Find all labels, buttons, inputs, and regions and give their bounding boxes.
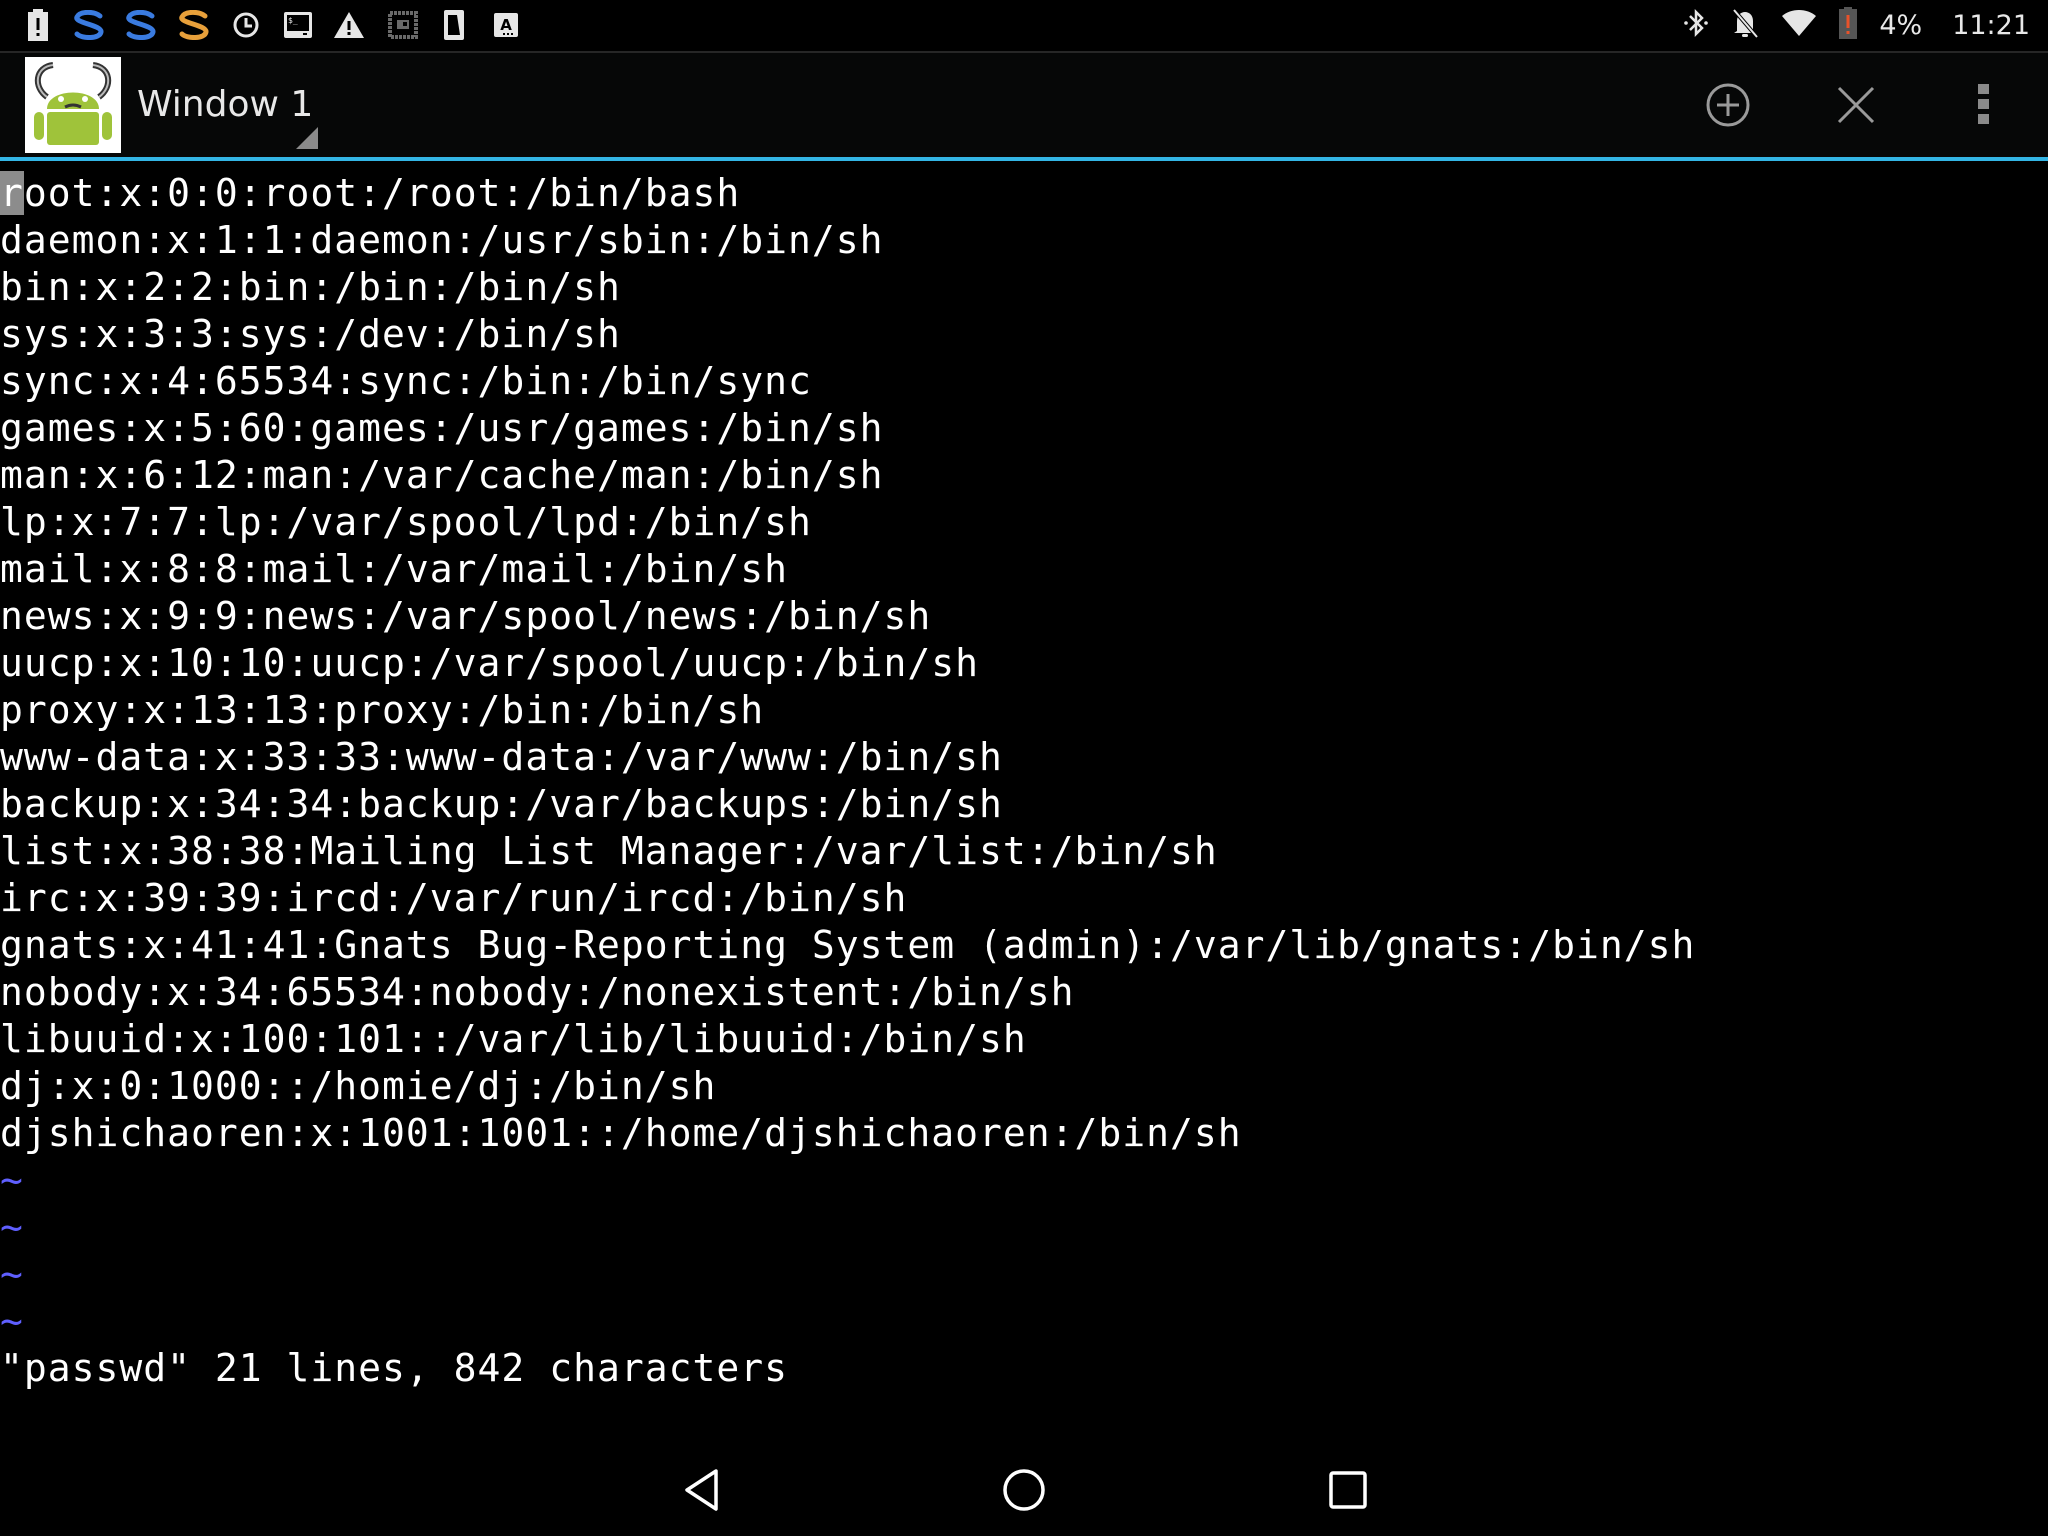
picture-frame-icon bbox=[388, 8, 418, 42]
empty-line-tilde: ~ bbox=[0, 1299, 24, 1343]
s-app-icon-blue-1 bbox=[72, 8, 106, 42]
warning-icon bbox=[333, 8, 365, 42]
terminal-icon: $_ bbox=[283, 8, 313, 42]
terminal-line: man:x:6:12:man:/var/cache/man:/bin/sh bbox=[0, 453, 884, 497]
terminal-line: lp:x:7:7:lp:/var/spool/lpd:/bin/sh bbox=[0, 500, 812, 544]
terminal-line-text: oot:x:0:0:root:/root:/bin/bash bbox=[23, 171, 741, 215]
window-dropdown-icon[interactable] bbox=[296, 127, 318, 149]
terminal-line: daemon:x:1:1:daemon:/usr/sbin:/bin/sh bbox=[0, 218, 884, 262]
app-logo-icon[interactable] bbox=[25, 57, 121, 153]
terminal-line: libuuid:x:100:101::/var/lib/libuuid:/bin… bbox=[0, 1017, 1027, 1061]
overflow-menu-button[interactable] bbox=[1959, 80, 2009, 130]
terminal-line: nobody:x:34:65534:nobody:/nonexistent:/b… bbox=[0, 970, 1075, 1014]
notifications-off-icon bbox=[1731, 7, 1759, 43]
terminal-line: uucp:x:10:10:uucp:/var/spool/uucp:/bin/s… bbox=[0, 641, 979, 685]
terminal-line: root:x:0:0:root:/root:/bin/bash bbox=[0, 170, 2048, 217]
recents-square-icon bbox=[1329, 1471, 1367, 1509]
terminal-line: gnats:x:41:41:Gnats Bug-Reporting System… bbox=[0, 923, 1696, 967]
recents-button[interactable] bbox=[1318, 1460, 1378, 1520]
close-icon bbox=[1837, 86, 1875, 124]
more-vert-icon bbox=[1978, 84, 1989, 124]
clock-icon bbox=[232, 8, 260, 42]
status-bar: $_ A 4% 11:21 bbox=[0, 0, 2048, 50]
vim-status-message: "passwd" 21 lines, 842 characters bbox=[0, 1346, 788, 1390]
terminal-line: backup:x:34:34:backup:/var/backups:/bin/… bbox=[0, 782, 1003, 826]
battery-alert-icon bbox=[28, 8, 48, 42]
home-button[interactable] bbox=[994, 1460, 1054, 1520]
battery-percent: 4% bbox=[1879, 9, 1923, 41]
close-window-button[interactable] bbox=[1831, 80, 1881, 130]
terminal-line: djshichaoren:x:1001:1001::/home/djshicha… bbox=[0, 1111, 1242, 1155]
empty-line-tilde: ~ bbox=[0, 1205, 24, 1249]
bluetooth-icon bbox=[1683, 7, 1709, 43]
terminal-line: www-data:x:33:33:www-data:/var/www:/bin/… bbox=[0, 735, 1003, 779]
battery-low-icon bbox=[1839, 7, 1858, 43]
terminal-line: list:x:38:38:Mailing List Manager:/var/l… bbox=[0, 829, 1218, 873]
s-app-icon-orange bbox=[177, 8, 211, 42]
add-circle-icon bbox=[1706, 83, 1750, 127]
terminal-line: sync:x:4:65534:sync:/bin:/bin/sync bbox=[0, 359, 812, 403]
s-app-icon-blue-2 bbox=[124, 8, 158, 42]
terminal-line: bin:x:2:2:bin:/bin:/bin/sh bbox=[0, 265, 621, 309]
system-nav-bar bbox=[0, 1440, 2048, 1536]
clock-time: 11:21 bbox=[1952, 9, 2030, 41]
keyboard-input-icon: A bbox=[494, 8, 518, 42]
terminal-line: games:x:5:60:games:/usr/games:/bin/sh bbox=[0, 406, 884, 450]
svg-text:$_: $_ bbox=[288, 16, 298, 25]
svg-text:A: A bbox=[500, 16, 512, 34]
terminal-line: proxy:x:13:13:proxy:/bin:/bin/sh bbox=[0, 688, 765, 732]
back-triangle-icon bbox=[685, 1469, 718, 1511]
new-window-button[interactable] bbox=[1703, 80, 1753, 130]
terminal-line: sys:x:3:3:sys:/dev:/bin/sh bbox=[0, 312, 621, 356]
terminal-line: mail:x:8:8:mail:/var/mail:/bin/sh bbox=[0, 547, 788, 591]
sim-card-icon bbox=[443, 8, 465, 42]
terminal-output[interactable]: root:x:0:0:root:/root:/bin/bash daemon:x… bbox=[0, 170, 2048, 1392]
terminal-line: irc:x:39:39:ircd:/var/run/ircd:/bin/sh bbox=[0, 876, 908, 920]
home-circle-icon bbox=[1003, 1469, 1045, 1511]
empty-line-tilde: ~ bbox=[0, 1252, 24, 1296]
terminal-line: dj:x:0:1000::/homie/dj:/bin/sh bbox=[0, 1064, 717, 1108]
terminal-line: news:x:9:9:news:/var/spool/news:/bin/sh bbox=[0, 594, 932, 638]
empty-line-tilde: ~ bbox=[0, 1158, 24, 1202]
window-title[interactable]: Window 1 bbox=[137, 84, 313, 125]
title-bar-accent-divider bbox=[0, 157, 2048, 161]
text-cursor: r bbox=[0, 171, 24, 215]
back-button[interactable] bbox=[672, 1460, 732, 1520]
wifi-icon bbox=[1781, 9, 1817, 41]
